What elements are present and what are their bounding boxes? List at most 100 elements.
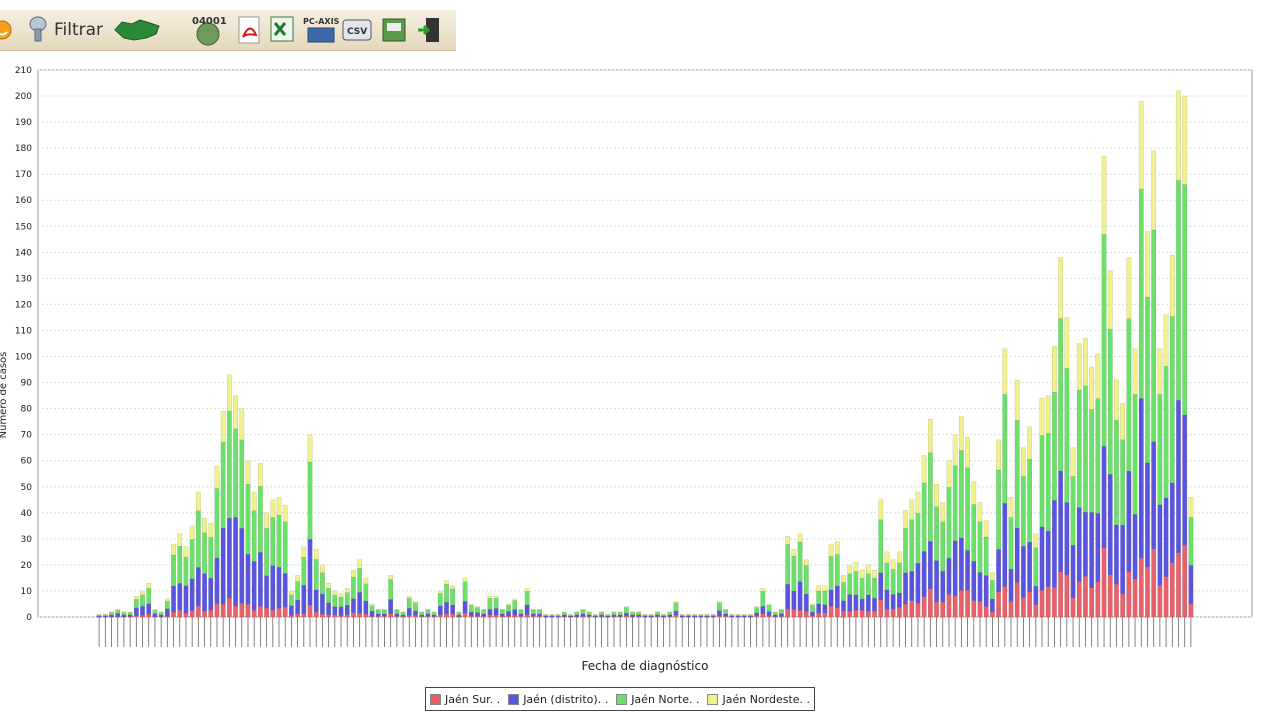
bar-segment bbox=[444, 580, 449, 585]
bar-segment bbox=[375, 609, 381, 614]
bar-segment bbox=[710, 614, 716, 616]
bar-segment bbox=[183, 613, 189, 618]
bar-segment bbox=[748, 614, 753, 616]
andalusia-map-icon[interactable] bbox=[112, 15, 162, 45]
bar-segment bbox=[723, 609, 729, 611]
bar-segment bbox=[1014, 420, 1020, 529]
bar-segment bbox=[909, 600, 915, 618]
bar-segment bbox=[624, 612, 629, 616]
bar-segment bbox=[264, 512, 269, 529]
bar-segment bbox=[444, 584, 449, 603]
bar-segment bbox=[332, 590, 338, 596]
bar-segment bbox=[425, 613, 431, 617]
bar-segment bbox=[133, 596, 139, 600]
y-tick-label: 120 bbox=[15, 300, 32, 310]
bar-segment bbox=[791, 609, 797, 618]
bar-segment bbox=[1008, 517, 1014, 570]
filter-button[interactable]: Filtrar bbox=[26, 15, 103, 45]
bar-segment bbox=[741, 614, 747, 616]
bar-segment bbox=[791, 555, 797, 592]
bar-segment bbox=[282, 573, 288, 608]
bar-segment bbox=[96, 614, 102, 616]
bar-segment bbox=[704, 614, 710, 616]
bar-segment bbox=[1120, 593, 1126, 618]
bar-segment bbox=[1176, 180, 1181, 401]
bar-segment bbox=[965, 589, 970, 618]
bar-segment bbox=[537, 613, 542, 617]
bar-segment bbox=[413, 615, 418, 618]
bar-segment bbox=[524, 604, 530, 615]
bar-segment bbox=[1008, 601, 1014, 618]
bar-segment bbox=[313, 611, 319, 618]
bar-segment bbox=[977, 502, 983, 523]
print-icon[interactable] bbox=[380, 15, 408, 45]
bar-segment bbox=[1083, 576, 1088, 618]
bar-segment bbox=[865, 564, 871, 574]
bar-segment bbox=[332, 606, 338, 615]
bar-segment bbox=[1126, 318, 1132, 472]
bar-segment bbox=[1132, 578, 1138, 618]
bar-segment bbox=[320, 564, 325, 573]
bar-segment bbox=[927, 541, 933, 590]
home-icon[interactable] bbox=[0, 15, 16, 45]
municipio-code-button[interactable]: 04001 bbox=[190, 15, 230, 46]
bar-segment bbox=[487, 596, 493, 599]
bar-segment bbox=[915, 513, 921, 564]
bar-segment bbox=[307, 539, 313, 606]
bar-segment bbox=[586, 611, 592, 613]
bar-segment bbox=[1064, 574, 1070, 618]
bar-segment bbox=[1045, 530, 1051, 587]
bar-segment bbox=[183, 557, 189, 586]
bar-segment bbox=[270, 610, 276, 618]
csv-export-button[interactable]: CSV bbox=[342, 15, 374, 45]
bar-segment bbox=[940, 521, 946, 572]
bar-segment bbox=[1095, 581, 1101, 618]
toolbar: Filtrar 04001 PC-AXIS CSV bbox=[0, 10, 456, 51]
bar-segment bbox=[561, 612, 567, 615]
bar-segment bbox=[400, 611, 406, 613]
bar-segment bbox=[878, 599, 884, 618]
bar-segment bbox=[456, 611, 462, 613]
bar-segment bbox=[1089, 409, 1095, 513]
bar-segment bbox=[289, 605, 294, 616]
bar-segment bbox=[1169, 562, 1175, 618]
bar-segment bbox=[1169, 254, 1175, 317]
bar-segment bbox=[686, 614, 691, 616]
bar-segment bbox=[847, 594, 853, 612]
bar-segment bbox=[1145, 231, 1150, 298]
bar-segment bbox=[1076, 343, 1082, 391]
bar-segment bbox=[431, 611, 437, 613]
bar-segment bbox=[816, 603, 822, 614]
bar-segment bbox=[481, 613, 487, 617]
bar-segment bbox=[307, 434, 313, 463]
bar-segment bbox=[1182, 95, 1188, 185]
bar-segment bbox=[183, 585, 189, 614]
legend-label-jaen-sur: Jaén Sur. . bbox=[445, 692, 501, 706]
exit-icon[interactable] bbox=[416, 15, 442, 45]
pdf-export-icon[interactable] bbox=[236, 15, 264, 45]
bar-segment bbox=[549, 614, 555, 616]
bar-segment bbox=[872, 569, 877, 579]
bar-segment bbox=[611, 614, 617, 617]
bar-segment bbox=[1151, 548, 1157, 618]
bar-segment bbox=[375, 613, 381, 617]
bar-segment bbox=[655, 614, 660, 617]
bar-segment bbox=[437, 605, 443, 616]
bar-segment bbox=[245, 554, 251, 605]
bar-segment bbox=[506, 603, 511, 606]
pc-axis-export-button[interactable]: PC-AXIS bbox=[302, 15, 340, 45]
bar-segment bbox=[1145, 566, 1150, 618]
bar-segment bbox=[146, 603, 152, 615]
bar-segment bbox=[431, 612, 437, 616]
bar-segment bbox=[617, 614, 623, 617]
excel-export-icon[interactable] bbox=[268, 15, 298, 45]
bar-segment bbox=[245, 484, 251, 555]
bar-segment bbox=[785, 584, 791, 610]
bar-segment bbox=[971, 481, 977, 505]
bar-segment bbox=[450, 588, 456, 606]
bar-segment bbox=[530, 613, 536, 617]
bar-segment bbox=[115, 609, 121, 611]
bar-segment bbox=[1101, 155, 1107, 235]
bar-segment bbox=[1052, 587, 1057, 618]
legend-label-jaen-distrito: Jaén (distrito). . bbox=[523, 692, 609, 706]
